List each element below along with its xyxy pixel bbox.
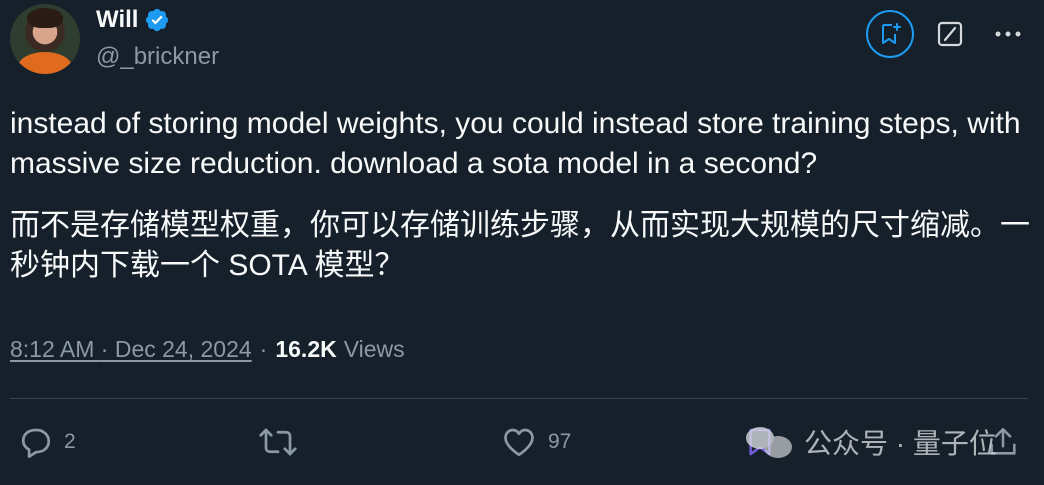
retweet-button[interactable] [258,420,308,464]
tweet-time: 8:12 AM [10,336,95,362]
views-label: Views [343,336,405,362]
edit-button[interactable] [928,12,972,56]
watermark: 公众号 · 量子位 [744,422,997,462]
top-actions [866,10,1030,58]
views-count[interactable]: 16.2K [275,336,336,363]
more-icon [995,31,1021,37]
grok-bookmark-button[interactable] [866,10,914,58]
tweet-text-en: instead of storing model weights, you co… [10,107,1021,180]
more-button[interactable] [986,12,1030,56]
handle[interactable]: @_brickner [96,43,219,71]
avatar-shirt [18,52,72,74]
avatar-hair [27,8,63,28]
edit-icon [937,21,963,47]
divider [10,398,1028,399]
timestamp-link[interactable]: 8:12 AM · Dec 24, 2024 [10,336,252,363]
reply-icon [21,428,51,458]
tweet-meta: 8:12 AM · Dec 24, 2024 · 16.2K Views [10,336,405,363]
tweet-text-zh: 而不是存储模型权重，你可以存储训练步骤，从而实现大规模的尺寸缩减。一秒钟内下载一… [10,209,1030,282]
verified-badge-icon[interactable] [144,7,170,33]
like-count: 97 [548,430,572,453]
heart-icon [504,428,534,457]
retweet-icon [259,428,297,456]
watermark-text: 公众号 · 量子位 [804,428,997,459]
tweet-text: instead of storing model weights, you co… [10,104,1030,286]
tweet-date: Dec 24, 2024 [114,336,252,362]
reply-button[interactable]: 2 [18,420,76,464]
wechat-logo-icon [744,423,794,461]
like-button[interactable]: 97 [500,420,571,464]
meta-separator: · [259,336,268,362]
time-date-separator: · [100,336,109,362]
bookmark-sparkle-icon [882,23,901,44]
avatar[interactable] [10,4,80,74]
display-name[interactable]: Will [96,6,138,34]
name-row: Will [96,6,170,34]
reply-count: 2 [64,430,76,453]
